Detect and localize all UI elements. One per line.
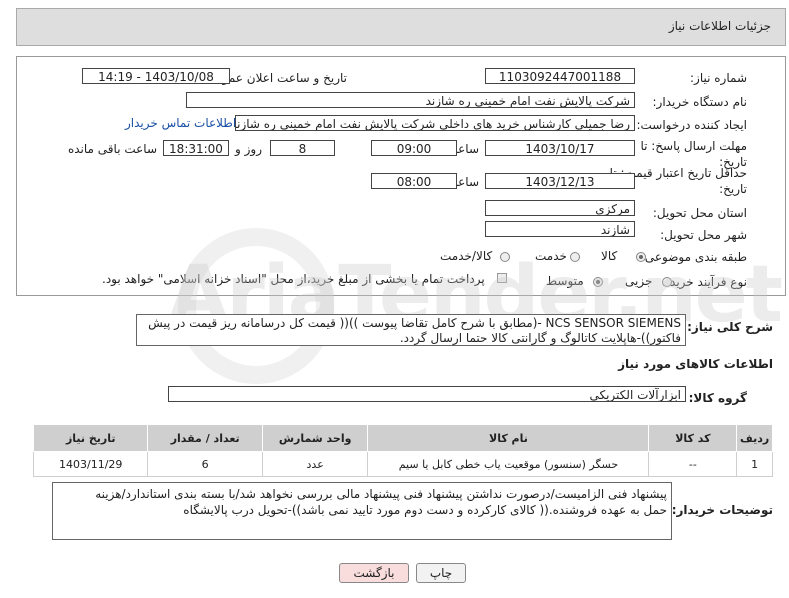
back-button[interactable]: بازگشت bbox=[339, 563, 409, 583]
cell-quantity: 6 bbox=[147, 451, 263, 477]
col-unit: واحد شمارش bbox=[261, 424, 369, 452]
summary-textarea: NCS SENSOR SIEMENS -(مطابق با شرح کامل ت… bbox=[136, 314, 686, 346]
province-field: مرکزی bbox=[485, 200, 635, 216]
announce-datetime-field: 1403/10/08 - 14:19 bbox=[82, 68, 230, 84]
process-radio-medium[interactable] bbox=[593, 277, 603, 287]
goods-group-label: گروه کالا: bbox=[688, 391, 747, 405]
col-goods-name: نام کالا bbox=[367, 424, 650, 452]
city-field: شازند bbox=[485, 221, 635, 237]
buyer-notes-line-1: پیشنهاد فنی الزامیست/درصورت نداشتن پیشنه… bbox=[95, 487, 667, 501]
buyer-contact-link[interactable]: اطلاعات تماس خریدار bbox=[125, 116, 236, 130]
creator-field: رضا جمیلی کارشناس خرید های داخلی شرکت پا… bbox=[235, 115, 635, 131]
remaining-time-field: 18:31:00 bbox=[163, 140, 229, 156]
summary-label: شرح کلی نیاز: bbox=[687, 320, 773, 334]
validity-date-label: تاریخ: bbox=[719, 182, 747, 196]
page-header: جزئیات اطلاعات نیاز bbox=[16, 8, 786, 46]
col-need-date: تاریخ نیاز bbox=[32, 424, 149, 452]
treasury-payment-note: پرداخت تمام یا بخشی از مبلغ خرید،از محل … bbox=[102, 272, 485, 286]
category-radio-goods-service[interactable] bbox=[500, 252, 510, 262]
category-option-goods-service: کالا/خدمت bbox=[440, 249, 493, 263]
treasury-payment-checkbox[interactable] bbox=[497, 273, 507, 283]
cell-need-date: 1403/11/29 bbox=[32, 451, 149, 477]
col-goods-code: کد کالا bbox=[648, 424, 738, 452]
category-radio-goods[interactable] bbox=[636, 252, 646, 262]
validity-time-field: 08:00 bbox=[371, 173, 457, 189]
process-option-medium: متوسط bbox=[546, 274, 584, 288]
goods-table: ردیف کد کالا نام کالا واحد شمارش تعداد /… bbox=[32, 424, 773, 477]
summary-text-line-1: NCS SENSOR SIEMENS -(مطابق با شرح کامل ت… bbox=[148, 316, 681, 330]
process-option-minor: جزیی bbox=[625, 274, 653, 288]
cell-goods-code: -- bbox=[648, 451, 738, 477]
need-number-field: 1103092447001188 bbox=[485, 68, 635, 84]
need-number-label: شماره نیاز: bbox=[690, 71, 747, 85]
process-type-label: نوع فرآیند خرید : bbox=[662, 275, 747, 289]
buyer-notes-textarea: پیشنهاد فنی الزامیست/درصورت نداشتن پیشنه… bbox=[52, 482, 672, 540]
cell-goods-name: حسگر (سنسور) موقعیت یاب خطی کابل یا سیم bbox=[367, 451, 650, 477]
category-label: طبقه بندی موضوعی: bbox=[640, 250, 747, 264]
city-label: شهر محل تحویل: bbox=[660, 228, 747, 242]
goods-section-title: اطلاعات کالاهای مورد نیاز bbox=[618, 357, 773, 371]
category-radio-service[interactable] bbox=[570, 252, 580, 262]
col-row-number: ردیف bbox=[736, 424, 773, 452]
remaining-time-label: ساعت باقی مانده bbox=[67, 142, 157, 156]
category-option-service: خدمت bbox=[535, 249, 567, 263]
deadline-label: مهلت ارسال پاسخ: تا bbox=[640, 139, 747, 153]
table-row: 1 -- حسگر (سنسور) موقعیت یاب خطی کابل یا… bbox=[32, 451, 773, 477]
creator-label: ایجاد کننده درخواست: bbox=[636, 118, 747, 132]
deadline-date-field: 1403/10/17 bbox=[485, 140, 635, 156]
cell-unit: عدد bbox=[261, 451, 369, 477]
days-label: روز و bbox=[235, 142, 262, 156]
buyer-org-label: نام دستگاه خریدار: bbox=[652, 95, 748, 109]
col-quantity: تعداد / مقدار bbox=[147, 424, 263, 452]
summary-text-line-2: فاکتور))-هاپلایت کاتالوگ و گارانتی کالا … bbox=[399, 331, 681, 345]
goods-table-header: ردیف کد کالا نام کالا واحد شمارش تعداد /… bbox=[32, 424, 773, 452]
cell-row-number: 1 bbox=[736, 451, 773, 477]
days-remaining-field: 8 bbox=[270, 140, 335, 156]
validity-date-field: 1403/12/13 bbox=[485, 173, 635, 189]
deadline-time-field: 09:00 bbox=[371, 140, 457, 156]
buyer-org-field: شرکت پالایش نفت امام خمینی ره شازند bbox=[186, 92, 635, 108]
buyer-notes-label: توضیحات خریدار: bbox=[671, 503, 773, 517]
process-radio-minor[interactable] bbox=[662, 277, 672, 287]
buyer-notes-line-2: حمل به عهده فروشنده.(( کالای کارکرده و د… bbox=[183, 503, 667, 517]
category-option-goods: کالا bbox=[601, 249, 618, 263]
print-button[interactable]: چاپ bbox=[416, 563, 466, 583]
goods-group-field: ابزارآلات الکتریکی bbox=[168, 386, 686, 402]
page-title: جزئیات اطلاعات نیاز bbox=[668, 19, 771, 33]
province-label: استان محل تحویل: bbox=[652, 206, 747, 220]
